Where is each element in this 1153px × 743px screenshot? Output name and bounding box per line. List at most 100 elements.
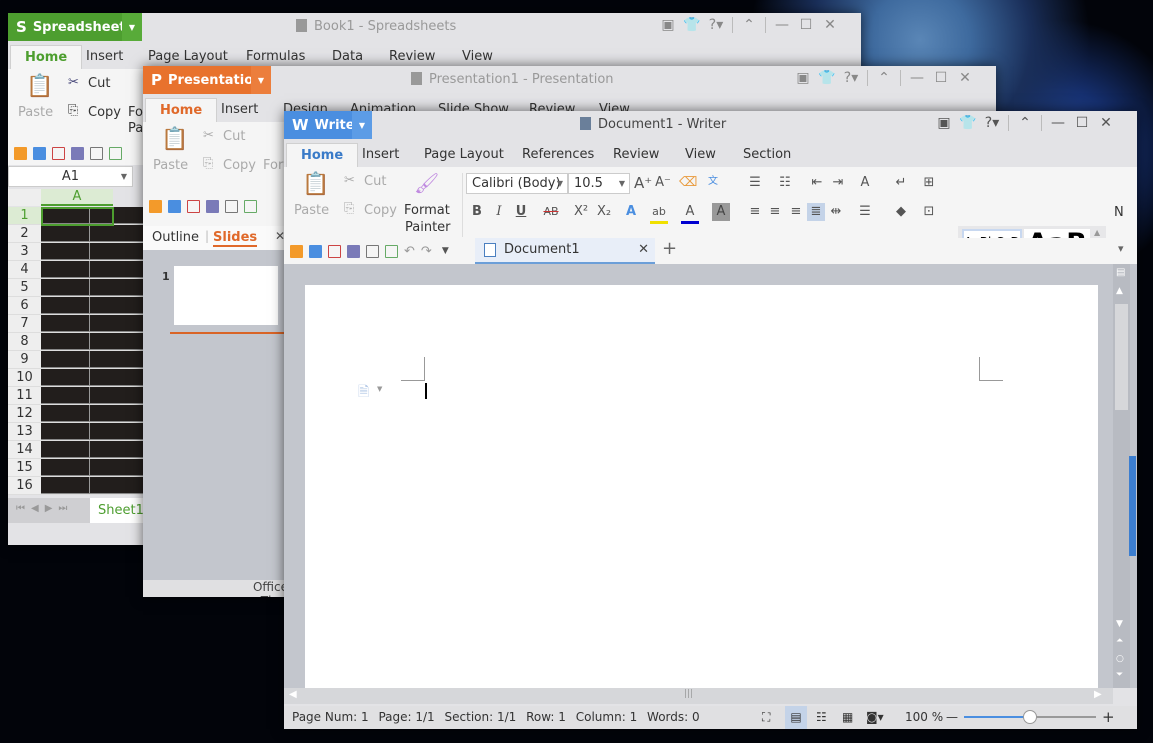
sheet-nav-arrows[interactable]: ⏮◀▶⏭ <box>16 503 73 514</box>
bullet-list-icon[interactable]: ☰ <box>746 174 764 192</box>
row-header[interactable]: 16 <box>8 477 41 494</box>
collapse-ribbon-icon[interactable]: ⌃ <box>1013 115 1037 131</box>
writer-app-menu[interactable]: W Writer ▼ <box>284 111 372 139</box>
open-icon[interactable] <box>290 244 303 258</box>
chevron-down-icon[interactable]: ▼ <box>251 66 271 94</box>
tab-home[interactable]: Home <box>10 45 83 70</box>
bold-icon[interactable]: B <box>468 203 486 221</box>
copy-button[interactable]: Copy <box>364 203 397 218</box>
side-panel-toggle[interactable] <box>1129 456 1136 556</box>
italic-icon[interactable]: I <box>490 203 508 221</box>
clear-format-icon[interactable]: ⌫ <box>679 174 697 192</box>
format-painter-button[interactable]: Fo <box>128 105 143 120</box>
row-header[interactable]: 8 <box>8 333 41 350</box>
cut-button[interactable]: Cut <box>364 174 386 189</box>
distribute-icon[interactable]: ⇹ <box>827 203 845 221</box>
horizontal-scroll-thumb[interactable]: ||| <box>684 689 693 699</box>
collapse-ribbon-icon[interactable]: ⌃ <box>872 70 896 86</box>
cell[interactable] <box>90 441 148 458</box>
cell[interactable] <box>41 351 91 368</box>
chevron-down-icon[interactable]: ▼ <box>377 385 382 393</box>
cell[interactable] <box>41 297 91 314</box>
print-icon[interactable] <box>206 199 219 213</box>
zoom-in-button[interactable]: + <box>1102 706 1115 729</box>
ruler-toggle-icon[interactable]: ▤ <box>1116 267 1125 278</box>
new-tab-button[interactable]: + <box>662 238 677 259</box>
web-view-icon[interactable]: ▦ <box>842 706 853 729</box>
tab-outline[interactable]: Outline <box>152 230 199 245</box>
document-page[interactable]: 🗎 ▼ <box>305 285 1098 689</box>
numbered-list-icon[interactable]: ☷ <box>776 174 794 192</box>
open-icon[interactable] <box>14 146 27 160</box>
row-header[interactable]: 15 <box>8 459 41 476</box>
change-case-icon[interactable]: A <box>856 174 874 192</box>
row-header[interactable]: 12 <box>8 405 41 422</box>
print-preview-icon[interactable] <box>90 146 103 160</box>
slide-thumbnail[interactable] <box>174 266 278 325</box>
scroll-down-icon[interactable]: ▼ <box>1116 619 1123 629</box>
next-page-icon[interactable]: ⏷ <box>1116 670 1123 680</box>
save-icon[interactable] <box>168 199 181 213</box>
close-tab-icon[interactable]: ✕ <box>638 238 649 262</box>
cell[interactable] <box>41 441 91 458</box>
help-icon[interactable]: ?▾ <box>839 70 863 86</box>
scroll-left-icon[interactable]: ◀ <box>289 689 297 700</box>
cell[interactable] <box>41 225 91 242</box>
paste-button[interactable]: Paste <box>153 158 188 173</box>
cell[interactable] <box>90 225 148 242</box>
shirt-icon[interactable]: 👕 <box>956 115 980 131</box>
select-browse-object-icon[interactable]: ○ <box>1116 654 1124 664</box>
grow-font-icon[interactable]: A⁺ <box>634 174 652 192</box>
cell[interactable] <box>41 243 91 260</box>
row-header[interactable]: 3 <box>8 243 41 260</box>
copy-button[interactable]: Copy <box>223 158 256 173</box>
row-header[interactable]: 4 <box>8 261 41 278</box>
save-icon[interactable] <box>309 244 322 258</box>
copy-button[interactable]: Copy <box>88 105 121 120</box>
cell[interactable] <box>41 279 91 296</box>
help-icon[interactable]: ?▾ <box>704 17 728 33</box>
minimize-icon[interactable]: — <box>905 70 929 86</box>
cell[interactable] <box>90 405 148 422</box>
print-preview-icon[interactable] <box>225 199 238 213</box>
shirt-icon[interactable]: 👕 <box>680 17 704 33</box>
tab-section[interactable]: Section <box>743 143 791 168</box>
export-pdf-icon[interactable] <box>328 244 341 258</box>
align-center-icon[interactable]: ≡ <box>766 203 784 221</box>
close-icon[interactable]: ✕ <box>953 70 977 86</box>
table-icon[interactable]: ⊞ <box>920 174 938 192</box>
column-header-a[interactable]: A <box>41 189 113 206</box>
shading-icon[interactable]: ◆ <box>892 203 910 221</box>
row-header[interactable]: 7 <box>8 315 41 332</box>
print-icon[interactable] <box>71 146 84 160</box>
row-header[interactable]: 5 <box>8 279 41 296</box>
export-pdf-icon[interactable] <box>52 146 65 160</box>
text-effect-icon[interactable]: A <box>622 203 640 221</box>
shirt-icon[interactable]: 👕 <box>815 70 839 86</box>
word-count[interactable]: Words: 0 <box>647 710 700 724</box>
cell[interactable] <box>90 369 148 386</box>
tab-view[interactable]: View <box>685 143 716 168</box>
vertical-scroll-thumb[interactable] <box>1115 304 1128 410</box>
cut-button[interactable]: Cut <box>88 76 110 91</box>
font-name-select[interactable]: Calibri (Body) ▼ <box>466 173 568 194</box>
vertical-scrollbar[interactable]: ▤ ▲ ▼ ⏶ ○ ⏷ <box>1113 264 1130 688</box>
cell[interactable] <box>90 261 148 278</box>
cell[interactable] <box>41 459 91 476</box>
tab-page-layout[interactable]: Page Layout <box>424 143 504 168</box>
select-all-corner[interactable] <box>8 189 41 206</box>
scroll-right-icon[interactable]: ▶ <box>1094 689 1102 700</box>
row-header[interactable]: 9 <box>8 351 41 368</box>
subscript-icon[interactable]: X₂ <box>595 203 613 221</box>
customize-toolbar-icon[interactable]: ▼ <box>442 246 449 256</box>
decrease-indent-icon[interactable]: ⇤ <box>808 174 826 192</box>
font-color-icon[interactable]: A <box>681 203 699 224</box>
close-icon[interactable]: ✕ <box>1094 115 1118 131</box>
shrink-font-icon[interactable]: A⁻ <box>654 174 672 192</box>
row-header[interactable]: 2 <box>8 225 41 242</box>
zoom-slider[interactable] <box>964 710 1096 724</box>
cell[interactable] <box>41 369 91 386</box>
export-pdf-icon[interactable] <box>187 199 200 213</box>
maximize-icon[interactable]: ☐ <box>794 17 818 33</box>
superscript-icon[interactable]: X² <box>572 203 590 221</box>
